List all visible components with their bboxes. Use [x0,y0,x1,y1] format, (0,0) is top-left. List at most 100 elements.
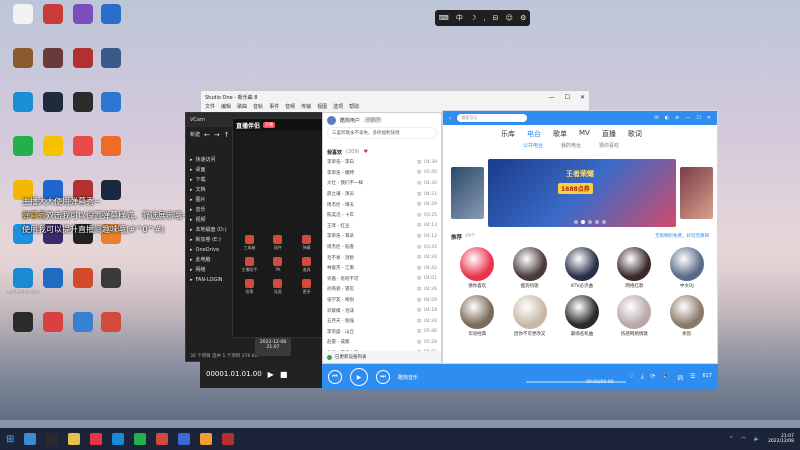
desktop-icon[interactable]: Microsoft Edge [6,268,40,308]
next-icon[interactable]: ⏭ [376,370,390,384]
taskbar-app-icon[interactable] [134,433,147,445]
taskbar-apps[interactable] [24,433,235,445]
stop-icon[interactable]: ■ [280,370,288,379]
radio-station[interactable]: 猜你喜欢 [451,247,503,289]
desktop-icon[interactable] [94,92,128,132]
user-avatar[interactable] [327,115,336,125]
play-icon[interactable]: ▶ [268,370,274,379]
taskbar-app-icon[interactable] [222,433,235,445]
live-tool-item[interactable]: 投票 [237,279,262,297]
tab[interactable]: 歌词 [628,129,642,139]
live-tool-item[interactable]: PK [266,257,291,275]
vip-badge[interactable]: 开通VIP [364,117,383,123]
layout-icon[interactable]: ⊟ [493,14,499,22]
radio-cover[interactable] [460,247,495,281]
desktop-icon[interactable] [94,136,128,176]
up-arrow-icon[interactable]: ↑ [224,131,230,149]
tab[interactable]: 电台 [527,129,541,139]
banner-dot-active[interactable] [581,220,585,224]
radio-cover[interactable] [617,247,652,281]
radio-subtabs[interactable]: 公共电台 我的电台 猜你喜欢 [443,139,717,149]
progress-bar[interactable] [526,381,626,383]
previous-icon[interactable]: ⏮ [328,370,342,384]
close-icon[interactable]: ✕ [707,115,711,121]
minimize-icon[interactable]: — [685,115,690,121]
download-icon[interactable]: ⤓ [641,373,644,382]
minimize-icon[interactable]: — [549,94,555,101]
username[interactable]: 酷狗用户 [340,117,360,124]
taskbar-app-icon[interactable] [156,433,169,445]
song-row[interactable]: 李宗盛 - 山丘 ▤ 05:46 [323,327,441,338]
favorites-section-title[interactable]: 我喜欢 [327,149,342,156]
desktop-icon[interactable] [6,136,40,176]
kugou-playlist-panel[interactable]: 酷狗用户 开通VIP 三里听歌永不丢失，多听福利快领 我喜欢 (209) ♥ 李… [322,112,442,364]
desktop-icon[interactable] [6,312,40,352]
taskbar-app-icon[interactable] [68,433,81,445]
song-row[interactable]: 李荣浩 - 耳朵 ▤ 04:12 [323,231,441,242]
song-row[interactable]: 五月天 - 倔强 ▤ 04:20 [323,316,441,327]
desktop-icon[interactable] [6,4,40,44]
desktop-icon[interactable] [94,268,128,308]
banner-dot[interactable] [588,220,592,224]
emoji-icon[interactable]: ☺ [506,14,513,22]
banner-prev-thumbnail[interactable] [451,167,484,219]
banner-dot[interactable] [602,220,606,224]
message-icon[interactable]: ✉ [655,115,659,121]
desktop-icon[interactable] [6,48,40,88]
live-tool-grid[interactable]: 工具箱 插件 弹幕 主播助手 PK 道具 投票 连麦 更多 [233,231,323,301]
song-row[interactable]: 王菲 - 红豆 ▤ 04:13 [323,221,441,232]
desktop-icon[interactable] [6,92,40,132]
playlist-icon[interactable]: ☰ [690,373,695,382]
close-icon[interactable]: ✕ [580,94,585,101]
live-streaming-window[interactable]: 直播伴侣 开播 工具箱 插件 弹幕 主播助手 PK 道具 投票 连麦 更多 [232,118,324,338]
desktop-icon[interactable] [94,48,128,88]
live-tool-item[interactable]: 道具 [294,257,319,275]
desktop-icon[interactable] [36,92,70,132]
maximize-icon[interactable]: ☐ [565,94,570,101]
radio-station[interactable]: 酷狗热歌 [503,247,555,289]
desktop-icon[interactable] [94,312,128,352]
song-row[interactable]: 陈奕迅 - 十年 ▤ 03:25 [323,210,441,221]
kugou-player-bar[interactable]: ⏮ ▶ ⏭ 酷狗音乐 00:00/00:00 ♡ ⤓ ⟳ 🔈 词 ☰ 617 [322,364,718,390]
desktop-icon[interactable] [36,312,70,352]
song-row[interactable]: 孙燕姿 - 遇见 ▤ 04:26 [323,284,441,295]
song-row[interactable]: 张学友 - 吻别 ▤ 04:59 [323,295,441,306]
live-tool-item[interactable]: 弹幕 [294,235,319,253]
banner-dot[interactable] [595,220,599,224]
taskbar[interactable]: ⊞ ⌃ ◠ 🔈 21:07 2022/12/08 [0,428,800,450]
radio-station[interactable]: 华语经典 [451,295,503,337]
taskbar-app-icon[interactable] [200,433,213,445]
tab[interactable]: 乐库 [501,129,515,139]
chinese-mode-button[interactable]: 中 [456,13,463,23]
settings-gear-icon[interactable]: ⚙ [520,14,526,22]
song-row[interactable]: 薛之谦 - 演员 ▤ 04:21 [323,189,441,200]
radio-cover[interactable] [460,295,495,329]
media-player-bar[interactable]: 00001.01.01.00 ▶ ■ [200,360,325,388]
radio-station[interactable]: 因你不可更改又 [503,295,555,337]
search-input[interactable]: 搜索音乐 [457,114,528,122]
radio-cover[interactable] [564,295,599,329]
radio-cover[interactable] [669,247,704,281]
back-icon[interactable]: ‹ [449,115,451,122]
taskbar-app-icon[interactable] [112,433,125,445]
keyboard-icon[interactable]: ⌨ [439,14,449,22]
radio-cover[interactable] [617,295,652,329]
song-row[interactable]: 周杰伦 - 稻香 ▤ 03:43 [323,242,441,253]
tab[interactable]: MV [579,129,590,139]
subtab[interactable]: 公共电台 [523,142,543,149]
wifi-icon[interactable]: ◠ [741,436,745,442]
moon-icon[interactable]: ☽ [470,14,476,22]
desktop-icon[interactable] [94,4,128,44]
start-icon[interactable]: ⊞ [6,434,14,445]
radio-station[interactable]: 最嗨名机曲 [556,295,608,337]
desktop-icon[interactable] [36,268,70,308]
tab[interactable]: 歌单 [553,129,567,139]
loop-icon[interactable]: ⟳ [651,373,656,382]
chevron-up-icon[interactable]: ⌃ [729,436,733,442]
new-button[interactable]: 新建 [190,131,200,149]
forward-arrow-icon[interactable]: → [214,131,220,149]
subtab[interactable]: 猜你喜欢 [599,142,619,149]
song-row[interactable]: 大壮 - 我们不一样 ▤ 04:30 [323,178,441,189]
song-row[interactable]: 李荣浩 - 李白 ▤ 04:39 [323,157,441,168]
radio-cover[interactable] [512,247,547,281]
